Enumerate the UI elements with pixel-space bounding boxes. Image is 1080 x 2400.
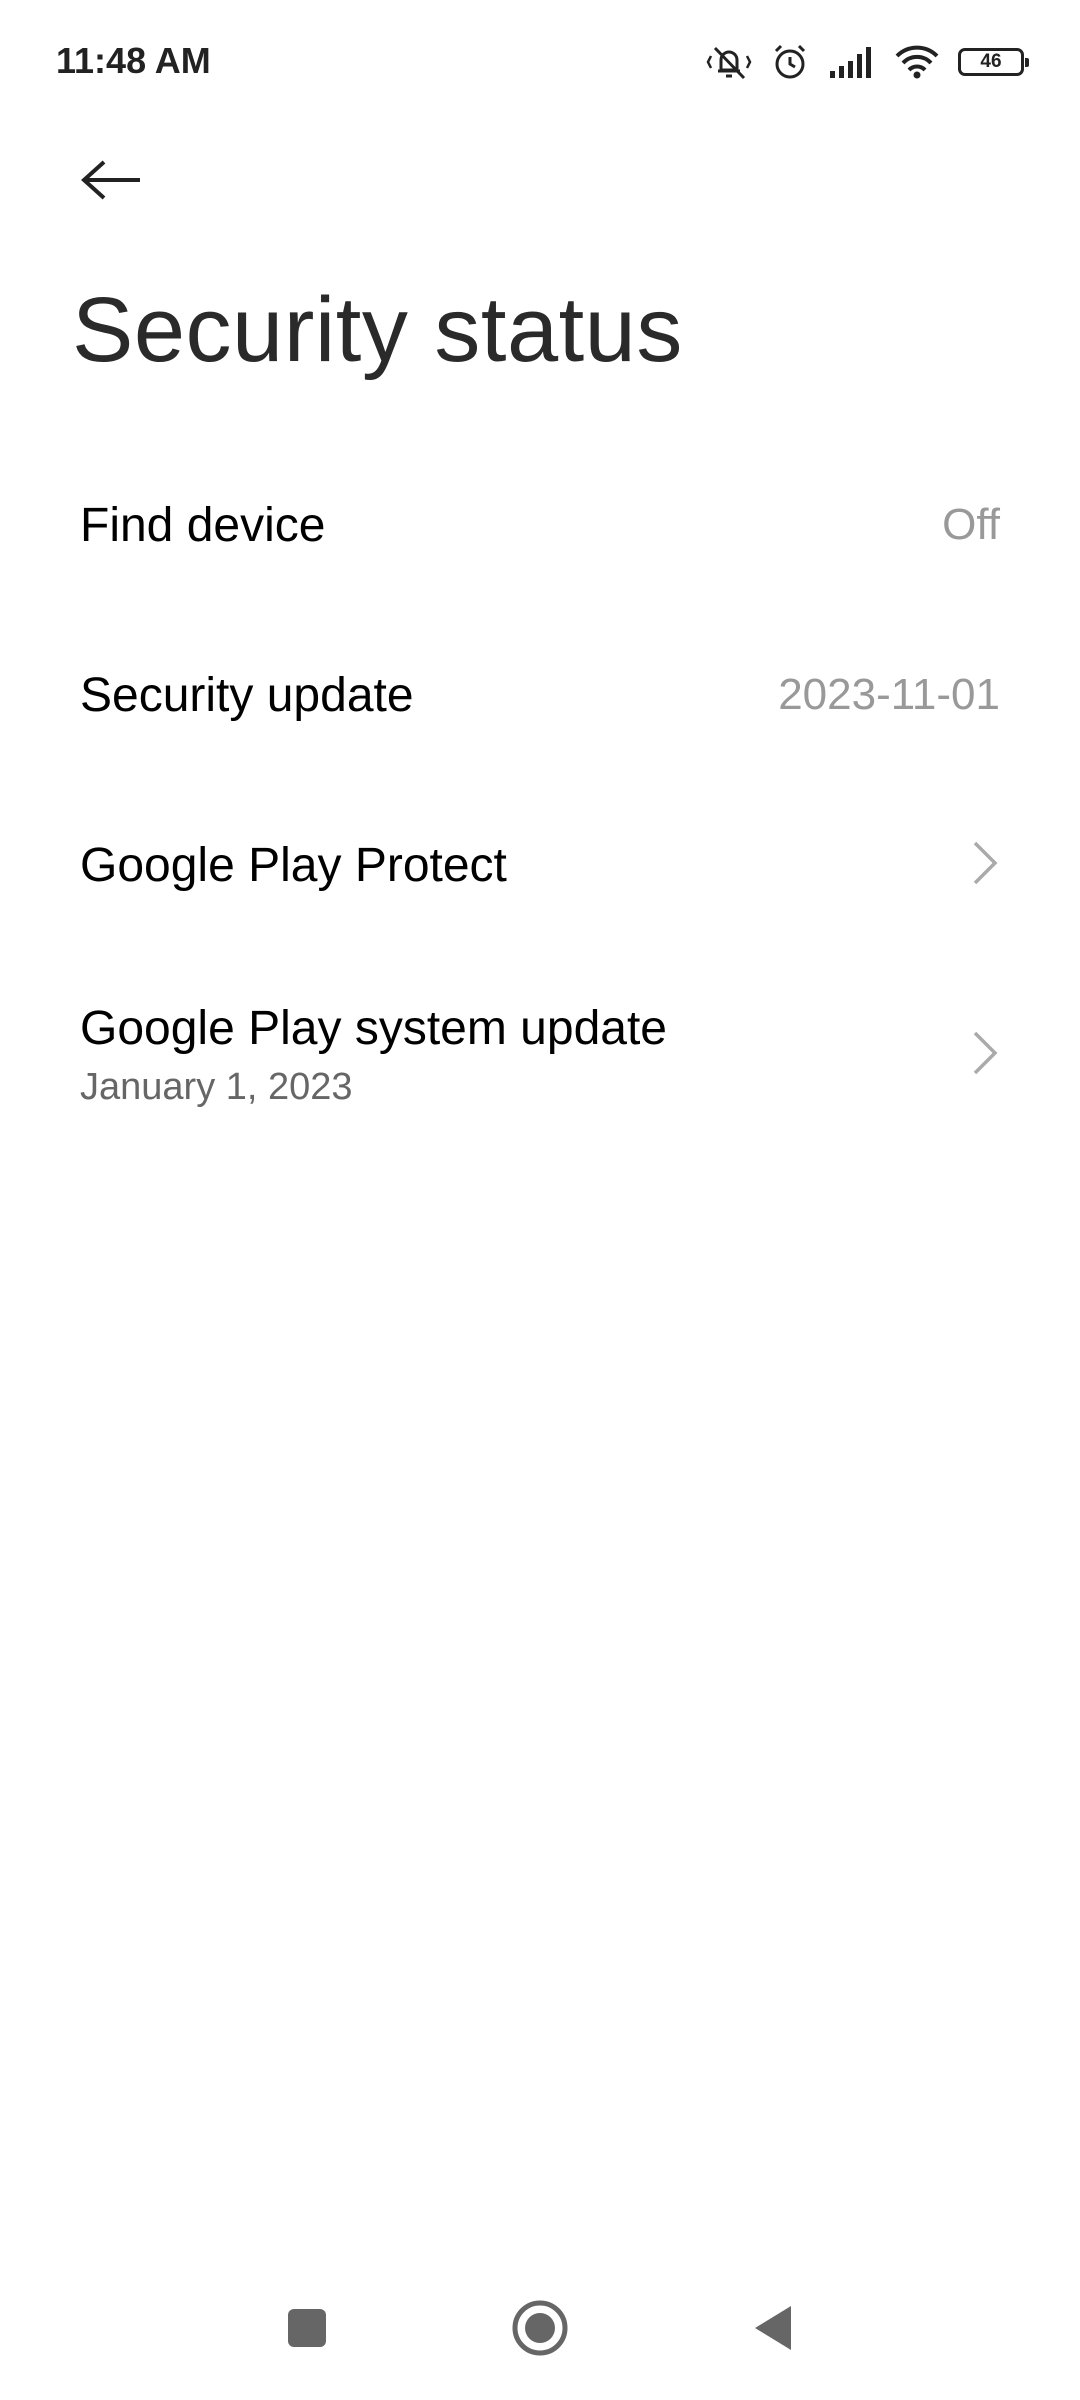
settings-list: Find device Off Security update 2023-11-… [0,440,1080,1160]
find-device-title: Find device [80,498,326,552]
battery-level: 46 [980,51,1002,72]
google-play-system-update-row[interactable]: Google Play system update January 1, 202… [0,950,1080,1160]
home-circle-icon [510,2298,570,2363]
page-title: Security status [72,279,683,381]
google-play-system-update-title: Google Play system update [80,1002,667,1055]
row-main: Security update [80,668,778,723]
alarm-icon [770,42,810,82]
recents-square-icon [285,2306,329,2355]
find-device-value: Off [942,500,1000,549]
find-device-row[interactable]: Find device Off [0,440,1080,610]
back-button[interactable] [70,140,154,224]
nav-back-button[interactable] [733,2290,813,2370]
row-main: Find device [80,498,942,553]
google-play-protect-title: Google Play Protect [80,838,507,892]
security-update-value: 2023-11-01 [778,670,1000,719]
google-play-system-update-date: January 1, 2023 [80,1066,353,1108]
chevron-right-icon [970,837,1000,894]
status-bar: 11:48 AM 46 [0,0,1080,120]
security-update-row[interactable]: Security update 2023-11-01 [0,610,1080,780]
back-triangle-icon [751,2303,795,2358]
battery-icon: 46 [958,48,1029,76]
home-button[interactable] [500,2290,580,2370]
navigation-bar [0,2260,1080,2400]
row-main: Google Play system update January 1, 202… [80,1001,970,1109]
mute-vibrate-icon [706,42,752,82]
chevron-right-icon [970,1027,1000,1084]
wifi-icon [894,44,940,80]
row-main: Google Play Protect [80,838,970,893]
google-play-protect-row[interactable]: Google Play Protect [0,780,1080,950]
arrow-left-icon [80,158,144,207]
status-time: 11:48 AM [56,40,211,81]
recents-button[interactable] [267,2290,347,2370]
status-icons: 46 [706,38,1029,86]
signal-icon [828,45,876,79]
security-update-title: Security update [80,668,414,722]
